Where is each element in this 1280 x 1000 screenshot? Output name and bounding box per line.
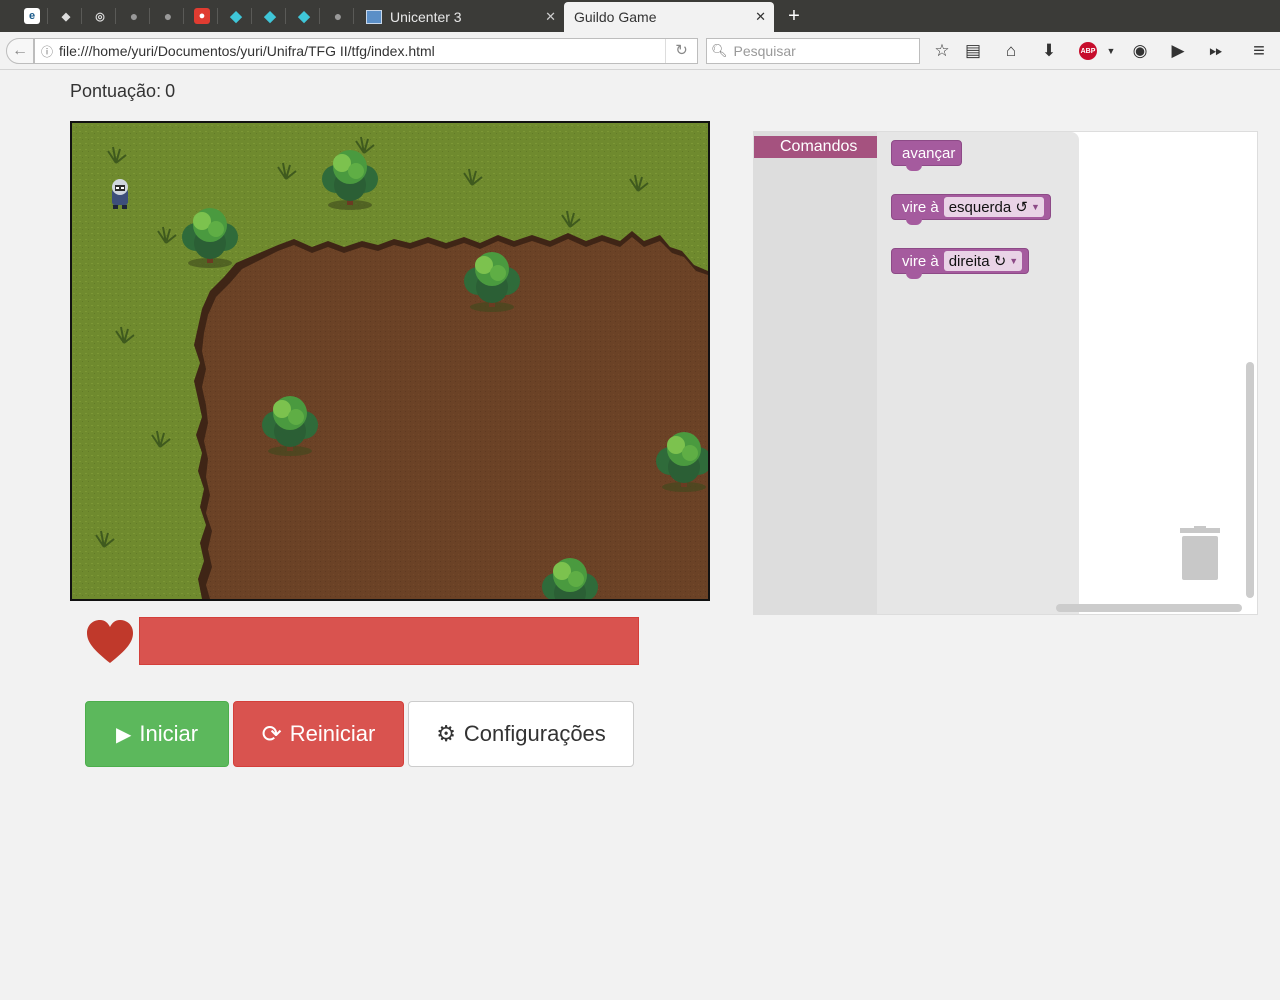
gear-icon: ⚙ <box>436 721 456 746</box>
tab-title: Guildo Game <box>574 9 657 25</box>
diamond-icon: ◆ <box>264 8 276 25</box>
extension-icon[interactable]: ◉ <box>1128 40 1152 62</box>
bookmark-star-icon[interactable]: ☆ <box>930 40 954 62</box>
tab-separator <box>115 8 116 24</box>
pinned-tab[interactable]: ● <box>323 4 353 28</box>
tab-separator <box>251 8 252 24</box>
pinned-tab[interactable]: ◆ <box>289 4 319 28</box>
blockly-toolbox: Comandos <box>754 132 877 614</box>
pinned-site-icon: e <box>24 8 40 24</box>
game-canvas[interactable] <box>70 121 710 601</box>
direction-dropdown[interactable]: esquerda ↺ ▼ <box>943 197 1044 217</box>
pinned-tab[interactable]: ● <box>119 4 149 28</box>
chevron-down-icon[interactable]: ▼ <box>1099 40 1123 62</box>
score-value: 0 <box>165 81 176 101</box>
pinned-site-icon: ◎ <box>95 10 105 23</box>
fast-forward-icon[interactable]: ⏩︎ <box>1204 40 1228 62</box>
browser-tab-bar: e ◆ ◎ ● ● ● ◆ ◆ ◆ ● Unicenter 3 ✕ Guildo… <box>0 0 1280 32</box>
trash-icon[interactable] <box>1178 526 1222 582</box>
tab-separator <box>319 8 320 24</box>
start-label: Iniciar <box>139 721 199 746</box>
play-step-icon[interactable]: ▶ <box>1166 40 1190 62</box>
tab-guildo-game[interactable]: Guildo Game ✕ <box>564 2 774 32</box>
block-label: vire à <box>902 252 939 270</box>
back-button[interactable]: ← <box>6 38 34 64</box>
blockly-flyout: avançar vire à esquerda ↺ ▼ vire à direi… <box>877 132 1079 614</box>
search-icon: 🔍︎ <box>711 43 728 58</box>
tab-separator <box>47 8 48 24</box>
tab-separator <box>217 8 218 24</box>
start-button[interactable]: ▶ Iniciar <box>85 701 229 767</box>
health-bar <box>139 617 639 665</box>
block-notch <box>906 165 922 171</box>
block-advance[interactable]: avançar <box>891 140 963 171</box>
block-turn-left[interactable]: vire à esquerda ↺ ▼ <box>891 194 1051 225</box>
tab-title: Unicenter 3 <box>390 9 462 25</box>
map-pin-icon: ● <box>194 8 210 24</box>
heart-icon <box>87 620 133 663</box>
globe-icon: ● <box>163 8 173 24</box>
block-turn-right[interactable]: vire à direita ↻ ▼ <box>891 248 1030 279</box>
horizontal-scrollbar[interactable] <box>1056 604 1242 612</box>
diamond-icon: ◆ <box>230 8 242 25</box>
health-bar-container <box>85 617 640 667</box>
settings-button[interactable]: ⚙ Configurações <box>408 701 634 767</box>
url-bar[interactable]: ⓘ file:///home/yuri/Documentos/yuri/Unif… <box>34 38 698 64</box>
arrow-left-icon: ← <box>12 42 28 59</box>
settings-label: Configurações <box>463 721 606 746</box>
refresh-icon: ⟳ <box>261 720 282 748</box>
adblock-icon[interactable]: ABP <box>1076 40 1100 62</box>
tab-separator <box>183 8 184 24</box>
game-map <box>72 123 708 599</box>
globe-icon: ● <box>333 8 343 24</box>
new-tab-button[interactable]: + <box>784 4 804 28</box>
score-label: Pontuação: <box>70 81 162 101</box>
url-text[interactable]: file:///home/yuri/Documentos/yuri/Unifra… <box>59 43 665 59</box>
blockly-workspace[interactable]: Comandos avançar vire à esquerda ↺ ▼ vir… <box>753 131 1258 615</box>
block-notch <box>906 219 922 225</box>
reset-button[interactable]: ⟳ Reiniciar <box>233 701 404 767</box>
vertical-scrollbar[interactable] <box>1246 362 1254 598</box>
player-character <box>112 179 128 209</box>
block-label: avançar <box>902 144 956 162</box>
navigation-bar: ← ⓘ file:///home/yuri/Documentos/yuri/Un… <box>0 32 1280 70</box>
reload-icon[interactable]: ↻ <box>665 39 697 63</box>
pinned-tab[interactable]: e <box>17 4 47 28</box>
tab-separator <box>81 8 82 24</box>
block-label: vire à <box>902 198 939 216</box>
globe-icon: ● <box>129 8 139 24</box>
info-icon[interactable]: ⓘ <box>35 43 59 60</box>
dropdown-value: direita ↻ <box>948 253 1007 270</box>
tab-separator <box>285 8 286 24</box>
close-icon[interactable]: ✕ <box>755 9 766 25</box>
pinned-tab[interactable]: ◆ <box>221 4 251 28</box>
pinned-tab[interactable]: ◆ <box>255 4 285 28</box>
search-input[interactable]: 🔍︎ Pesquisar <box>706 38 920 64</box>
search-placeholder: Pesquisar <box>733 43 796 59</box>
play-icon: ▶ <box>115 723 132 746</box>
tab-separator <box>353 8 354 24</box>
close-icon[interactable]: ✕ <box>545 9 556 25</box>
reading-list-icon[interactable]: ▤ <box>961 40 985 62</box>
block-notch <box>906 273 922 279</box>
pinned-tab[interactable]: ● <box>187 4 217 28</box>
direction-dropdown[interactable]: direita ↻ ▼ <box>943 251 1023 271</box>
pinned-tab[interactable]: ◆ <box>51 4 81 28</box>
diamond-icon: ◆ <box>298 8 310 25</box>
category-comandos[interactable]: Comandos <box>754 136 877 158</box>
tab-unicenter[interactable]: Unicenter 3 ✕ <box>356 2 564 32</box>
reset-label: Reiniciar <box>289 721 376 746</box>
dropdown-arrow-icon: ▼ <box>1009 256 1019 266</box>
home-icon[interactable]: ⌂ <box>999 40 1023 62</box>
menu-icon[interactable]: ≡ <box>1247 40 1271 62</box>
pinned-tab[interactable]: ● <box>153 4 183 28</box>
pinned-site-icon: ◆ <box>61 10 71 23</box>
score-display: Pontuação: 0 <box>70 81 175 102</box>
tab-separator <box>149 8 150 24</box>
dropdown-value: esquerda ↺ <box>948 199 1028 216</box>
pinned-tab[interactable]: ◎ <box>85 4 115 28</box>
download-icon[interactable]: ⬇ <box>1037 40 1061 62</box>
dropdown-arrow-icon: ▼ <box>1030 202 1040 212</box>
page-icon <box>366 10 382 24</box>
